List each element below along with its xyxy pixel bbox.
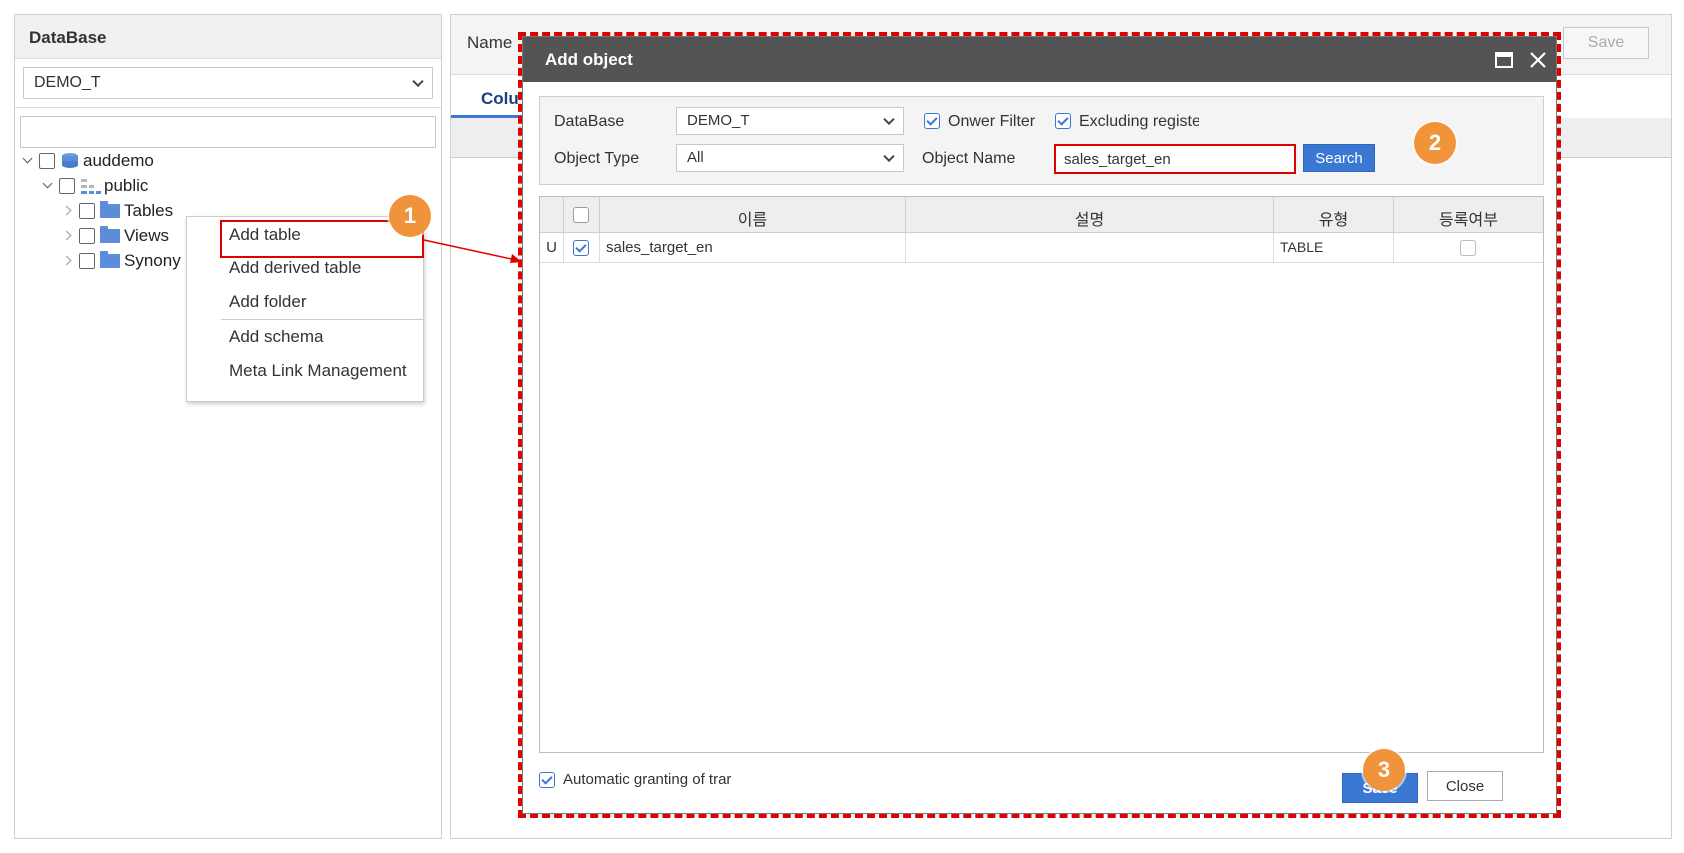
filter-panel: DataBase DEMO_T Onwer Filter Excluding r…: [539, 96, 1544, 185]
tree-search-input[interactable]: [20, 116, 436, 148]
grid-header-name[interactable]: 이름: [600, 197, 906, 233]
chevron-down-icon[interactable]: [41, 179, 55, 193]
dialog-title: Add object: [523, 37, 1556, 82]
grid-header-type[interactable]: 유형: [1274, 197, 1394, 233]
row-select-cell[interactable]: [564, 233, 600, 263]
step-badge-3: 3: [1363, 749, 1405, 791]
step-badge-2: 2: [1414, 122, 1456, 164]
grid-header-select: [564, 197, 600, 233]
owner-filter-label: Onwer Filter: [948, 113, 1036, 130]
select-all-checkbox[interactable]: [573, 207, 589, 223]
chevron-down-icon: [883, 113, 895, 126]
object-grid: 이름 설명 유형 등록여부 U sales_target_en TABLE: [539, 196, 1544, 753]
tree-node-label: public: [104, 176, 149, 195]
tree-node-public[interactable]: public: [41, 174, 148, 198]
row-status: U: [540, 233, 564, 263]
chevron-right-icon[interactable]: [61, 229, 75, 243]
arrow-connector: [423, 239, 522, 263]
owner-filter-checkbox[interactable]: [924, 113, 940, 129]
name-label: Name: [467, 33, 513, 52]
row-type[interactable]: TABLE: [1274, 233, 1394, 263]
divider: [15, 107, 441, 108]
chevron-down-icon[interactable]: [21, 154, 35, 168]
auto-grant-label: Automatic granting of trar: [563, 771, 732, 788]
folder-icon: [100, 226, 120, 243]
registered-checkbox[interactable]: [1460, 240, 1476, 256]
row-checkbox[interactable]: [573, 240, 589, 256]
checkbox[interactable]: [79, 203, 95, 219]
close-icon[interactable]: [1529, 51, 1547, 69]
maximize-icon[interactable]: [1495, 52, 1513, 68]
tree-node-auddemo[interactable]: auddemo: [21, 149, 154, 173]
grid-header-status: [540, 197, 564, 233]
folder-icon: [100, 251, 120, 268]
row-name[interactable]: sales_target_en: [600, 233, 906, 263]
row-description[interactable]: [906, 233, 1274, 263]
object-name-input[interactable]: sales_target_en: [1054, 144, 1296, 174]
object-type-label: Object Type: [554, 150, 640, 167]
database-panel: DataBase DEMO_T auddemo public Tables Vi…: [14, 14, 442, 839]
chevron-right-icon[interactable]: [61, 254, 75, 268]
tree-node-tables[interactable]: Tables: [61, 199, 173, 223]
auto-grant-checkbox[interactable]: [539, 772, 555, 788]
database-select-value: DEMO_T: [34, 74, 101, 91]
tree-node-synonyms[interactable]: Synony: [61, 249, 181, 273]
object-type-select[interactable]: All: [676, 144, 904, 172]
checkbox[interactable]: [59, 178, 75, 194]
chevron-down-icon: [412, 75, 424, 88]
panel-title: DataBase: [15, 15, 441, 59]
tree-node-label: Synony: [124, 251, 181, 270]
database-select-value: DEMO_T: [687, 112, 750, 129]
checkbox[interactable]: [39, 153, 55, 169]
grid-header-description[interactable]: 설명: [906, 197, 1274, 233]
schema-icon: [81, 179, 101, 194]
checkbox[interactable]: [79, 253, 95, 269]
checkbox[interactable]: [79, 228, 95, 244]
chevron-down-icon: [883, 150, 895, 163]
chevron-right-icon[interactable]: [61, 204, 75, 218]
tab-columns[interactable]: Colu: [481, 89, 519, 109]
database-select[interactable]: DEMO_T: [23, 67, 433, 99]
step-badge-1: 1: [389, 195, 431, 237]
tree-node-label: Tables: [124, 201, 174, 220]
add-object-dialog: Add object DataBase DEMO_T Onwer Filter …: [522, 36, 1557, 814]
row-registered-cell[interactable]: [1394, 233, 1543, 263]
menu-item-add-schema[interactable]: Add schema: [187, 319, 423, 353]
excluding-registered-checkbox[interactable]: [1055, 113, 1071, 129]
dialog-close-button[interactable]: Close: [1427, 771, 1503, 801]
menu-item-meta-link[interactable]: Meta Link Management: [187, 353, 423, 387]
database-label: DataBase: [554, 113, 625, 130]
object-type-value: All: [687, 149, 704, 166]
object-name-label: Object Name: [922, 150, 1016, 167]
database-icon: [62, 153, 78, 168]
tree-node-views[interactable]: Views: [61, 224, 169, 248]
search-button[interactable]: Search: [1303, 144, 1375, 172]
dialog-database-select[interactable]: DEMO_T: [676, 107, 904, 135]
grid-header-registered[interactable]: 등록여부: [1394, 197, 1543, 233]
tree-node-label: auddemo: [83, 151, 154, 170]
menu-item-add-folder[interactable]: Add folder: [187, 284, 423, 318]
tree-node-label: Views: [124, 226, 170, 245]
excluding-registered-label: Excluding register: [1079, 113, 1199, 130]
save-button[interactable]: Save: [1563, 27, 1649, 59]
folder-icon: [100, 201, 120, 218]
